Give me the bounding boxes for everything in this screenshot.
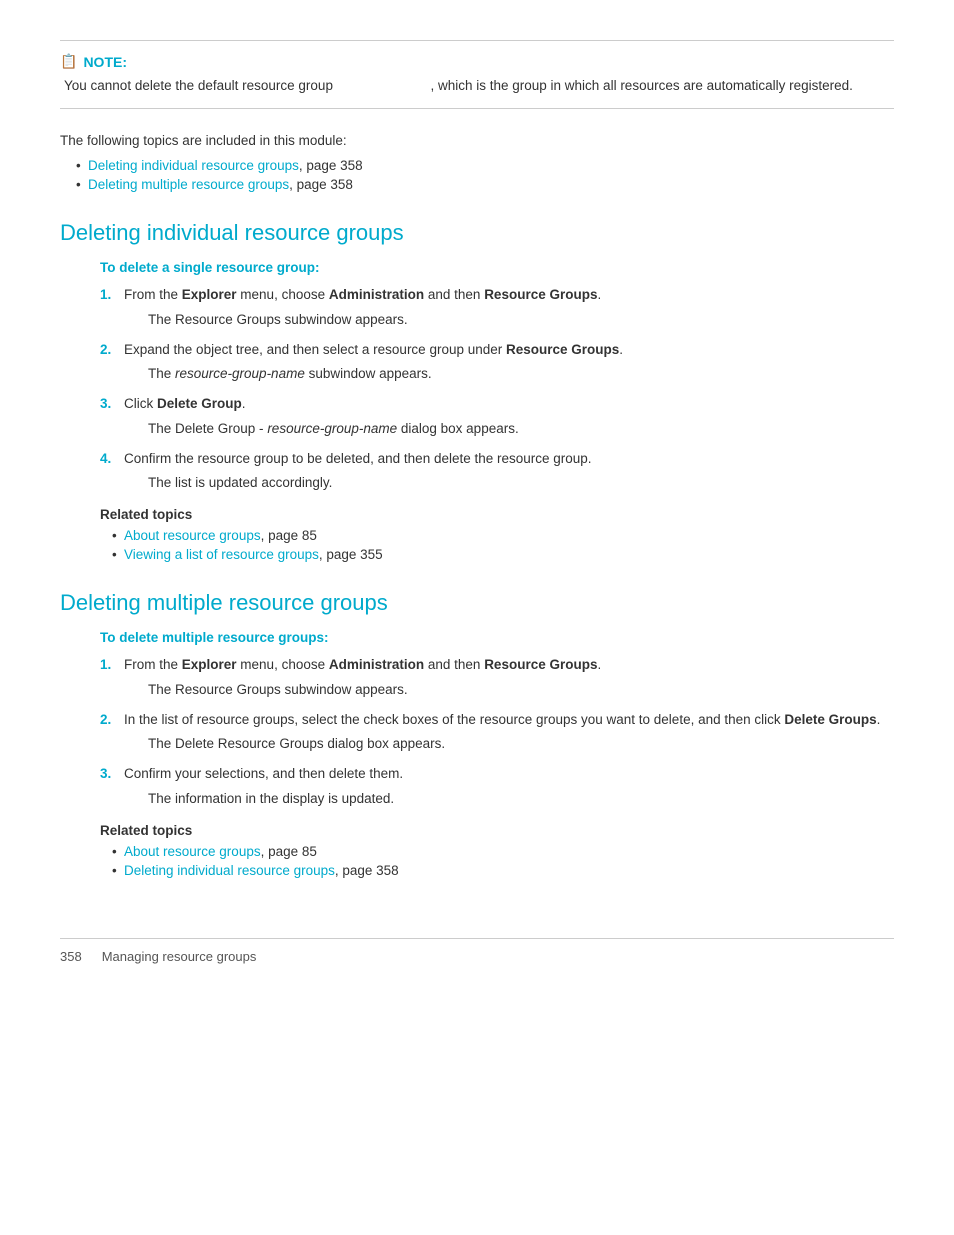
section1-step-3: 3. Click Delete Group. [100,394,894,414]
s2-step1-note-text: The Resource Groups subwindow appears. [124,680,894,700]
section1-steps: 1. From the Explorer menu, choose Admini… [60,285,894,493]
section2-related-heading: Related topics [60,823,894,838]
section1-related-link-1[interactable]: About resource groups [124,528,261,543]
note-box: 📋 NOTE: You cannot delete the default re… [60,40,894,109]
section1-subsection-title: To delete a single resource group: [60,260,894,275]
section1-step-3-note: The Delete Group - resource-group-name d… [100,419,894,439]
section2-subsection-title: To delete multiple resource groups: [60,630,894,645]
section1-step-1: 1. From the Explorer menu, choose Admini… [100,285,894,305]
toc-link-2[interactable]: Deleting multiple resource groups [88,177,289,192]
step1-rg: Resource Groups [484,287,597,302]
section1-step-4: 4. Confirm the resource group to be dele… [100,449,894,469]
section1-related-heading: Related topics [60,507,894,522]
toc-link-1[interactable]: Deleting individual resource groups [88,158,299,173]
s2-step1-explorer: Explorer [182,657,237,672]
section2-step-1: 1. From the Explorer menu, choose Admini… [100,655,894,675]
step3-italic: resource-group-name [267,421,397,436]
section1-related-link-2[interactable]: Viewing a list of resource groups [124,547,319,562]
footer-title: Managing resource groups [102,949,257,964]
note-content: You cannot delete the default resource g… [60,76,894,96]
section2-step-1-note: The Resource Groups subwindow appears. [100,680,894,700]
section1-related-2: Viewing a list of resource groups, page … [112,547,894,562]
section2-title: Deleting multiple resource groups [60,590,894,616]
section1-title: Deleting individual resource groups [60,220,894,246]
section1-step-1-note: The Resource Groups subwindow appears. [100,310,894,330]
intro-text: The following topics are included in thi… [60,133,894,148]
step2-rg: Resource Groups [506,342,619,357]
section2-related-1: About resource groups, page 85 [112,844,894,859]
section1-related-list: About resource groups, page 85 Viewing a… [60,528,894,562]
note-header: 📋 NOTE: [60,53,894,70]
toc-item-1: Deleting individual resource groups, pag… [76,158,894,173]
section2-steps: 1. From the Explorer menu, choose Admini… [60,655,894,809]
step-number-2: 2. [100,340,111,360]
step1-note-text: The Resource Groups subwindow appears. [124,310,894,330]
section2-related-list: About resource groups, page 85 Deleting … [60,844,894,878]
section2-step-2-note: The Delete Resource Groups dialog box ap… [100,734,894,754]
page-container: 📋 NOTE: You cannot delete the default re… [0,0,954,1024]
s2-step2-delete-groups: Delete Groups [784,712,876,727]
toc-item-2: Deleting multiple resource groups, page … [76,177,894,192]
section2-related-2: Deleting individual resource groups, pag… [112,863,894,878]
section2-related-link-1[interactable]: About resource groups [124,844,261,859]
s2-step-number-3: 3. [100,764,111,784]
section1-step-2-note: The resource-group-name subwindow appear… [100,364,894,384]
step-number-1: 1. [100,285,111,305]
s2-step1-rg: Resource Groups [484,657,597,672]
s2-step1-admin: Administration [329,657,424,672]
section2-step-3: 3. Confirm your selections, and then del… [100,764,894,784]
footer-page-number: 358 [60,949,82,964]
step4-note-text: The list is updated accordingly. [124,473,894,493]
section1-step-2: 2. Expand the object tree, and then sele… [100,340,894,360]
s2-step2-note-text: The Delete Resource Groups dialog box ap… [124,734,894,754]
section1-related-1: About resource groups, page 85 [112,528,894,543]
step1-explorer: Explorer [182,287,237,302]
section2-related-link-2[interactable]: Deleting individual resource groups [124,863,335,878]
step-number-3: 3. [100,394,111,414]
step2-note-text: The resource-group-name subwindow appear… [124,364,894,384]
s2-step3-note-text: The information in the display is update… [124,789,894,809]
section1-step-4-note: The list is updated accordingly. [100,473,894,493]
note-label: NOTE: [83,54,127,70]
s2-step-number-1: 1. [100,655,111,675]
toc-list: Deleting individual resource groups, pag… [60,158,894,192]
s2-step-number-2: 2. [100,710,111,730]
note-icon: 📋 [60,53,77,70]
step1-admin: Administration [329,287,424,302]
step2-italic: resource-group-name [175,366,305,381]
page-footer: 358 Managing resource groups [60,938,894,964]
section2-step-3-note: The information in the display is update… [100,789,894,809]
section2-step-2: 2. In the list of resource groups, selec… [100,710,894,730]
step3-delete-group: Delete Group [157,396,242,411]
step-number-4: 4. [100,449,111,469]
step3-note-text: The Delete Group - resource-group-name d… [124,419,894,439]
